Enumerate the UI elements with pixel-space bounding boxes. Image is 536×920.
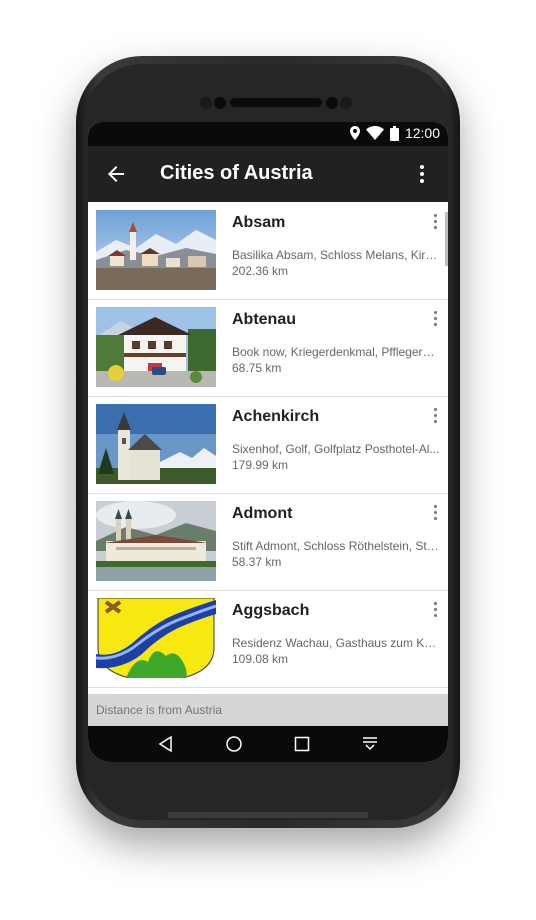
city-name: Achenkirch [232, 408, 320, 425]
city-distance: 109.08 km [232, 652, 289, 666]
more-vert-icon[interactable] [432, 214, 438, 232]
city-description: Sixenhof, Golf, Golfplatz Posthotel-Al..… [232, 442, 440, 456]
phone-bottom-band [168, 812, 368, 818]
list-item[interactable]: Achenkirch Sixenhof, Golf, Golfplatz Pos… [88, 396, 448, 494]
recents-nav-icon[interactable] [292, 734, 312, 754]
app-bar: Cities of Austria [88, 146, 448, 202]
city-description: Residenz Wachau, Gasthaus zum Kra... [232, 636, 440, 650]
coat-of-arms [96, 598, 216, 678]
more-vert-icon[interactable] [410, 162, 434, 186]
location-icon [349, 126, 360, 140]
notifications-nav-icon[interactable] [360, 734, 380, 754]
back-nav-icon[interactable] [156, 734, 176, 754]
city-description: Book now, Kriegerdenkmal, Pfflegerbr... [232, 345, 440, 359]
more-vert-icon[interactable] [432, 311, 438, 329]
status-bar: 12:00 [88, 122, 448, 146]
city-description: Stift Admont, Schloss Röthelstein, Stif.… [232, 539, 440, 553]
list-item[interactable]: Absam Basilika Absam, Schloss Melans, Ki… [88, 202, 448, 300]
arrow-back-icon[interactable] [104, 162, 128, 186]
city-name: Aggsbach [232, 602, 310, 619]
earpiece-speaker [230, 98, 322, 107]
footer-text: Distance is from Austria [96, 703, 223, 717]
city-name: Abtenau [232, 311, 296, 328]
city-distance: 179.99 km [232, 458, 289, 472]
wifi-icon [365, 126, 384, 140]
battery-icon [389, 125, 399, 141]
more-vert-icon[interactable] [432, 408, 438, 426]
more-vert-icon[interactable] [432, 505, 438, 523]
abbey-lake-photo [96, 501, 216, 581]
city-distance: 68.75 km [232, 361, 282, 375]
chalet-house-photo [96, 307, 216, 387]
list-item[interactable]: Aggsbach Residenz Wachau, Gasthaus zum K… [88, 590, 448, 688]
nav-bar [88, 726, 448, 762]
page-title: Cities of Austria [160, 162, 313, 184]
more-vert-icon[interactable] [432, 602, 438, 620]
city-name: Admont [232, 505, 293, 522]
status-time: 12:00 [404, 125, 440, 141]
church-mountains-photo [96, 404, 216, 484]
list-item[interactable]: Abtenau Book now, Kriegerdenkmal, Pffleg… [88, 299, 448, 397]
home-nav-icon[interactable] [224, 734, 244, 754]
city-distance: 58.37 km [232, 555, 282, 569]
city-name: Absam [232, 214, 286, 231]
footer-note: Distance is from Austria [88, 694, 448, 726]
city-description: Basilika Absam, Schloss Melans, Kirc... [232, 248, 440, 262]
city-distance: 202.36 km [232, 264, 289, 278]
city-list[interactable]: Absam Basilika Absam, Schloss Melans, Ki… [88, 202, 448, 694]
alpine-village-photo [96, 210, 216, 290]
app-screen: 12:00 Cities of Austria Absam Basilika A… [88, 122, 448, 762]
phone-sensors [200, 94, 352, 110]
list-item[interactable]: Admont Stift Admont, Schloss Röthelstein… [88, 493, 448, 591]
